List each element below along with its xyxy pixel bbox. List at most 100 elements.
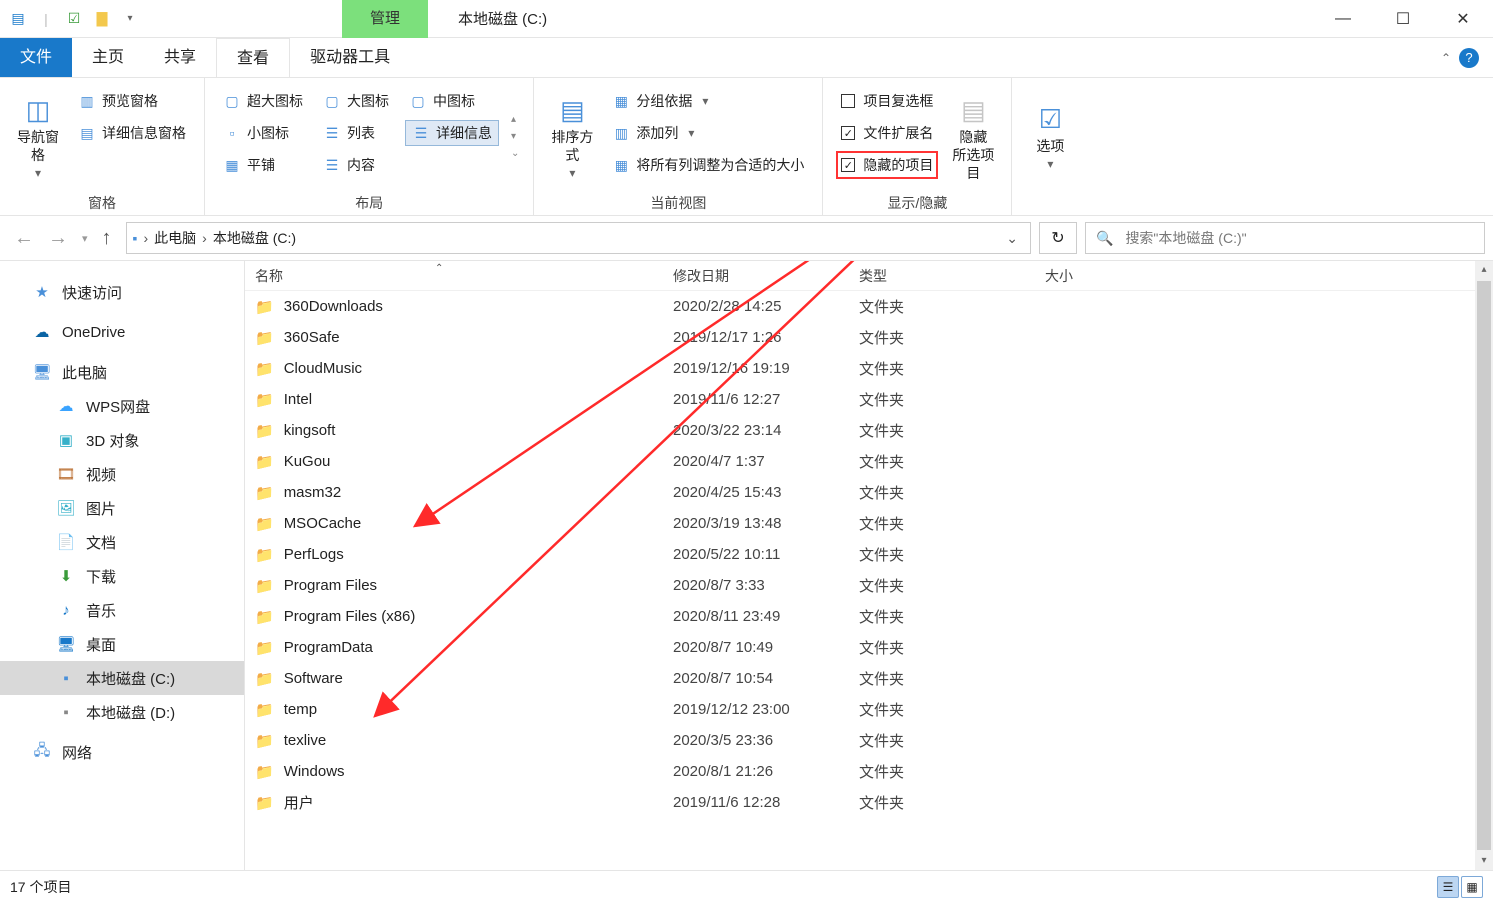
tab-view[interactable]: 查看 [216, 38, 290, 77]
layout-scroll-up-icon[interactable]: ▴ [511, 114, 519, 125]
tab-share[interactable]: 共享 [144, 38, 216, 77]
group-by-button[interactable]: ▦分组依据▾ [608, 88, 808, 114]
nav-drive-c[interactable]: ▪本地磁盘 (C:) [0, 661, 244, 695]
vertical-scrollbar[interactable]: ▴ ▾ [1475, 261, 1493, 870]
view-details-button[interactable]: ☰ [1437, 876, 1459, 898]
file-row[interactable]: 📁用户2019/11/6 12:28文件夹 [245, 787, 1493, 818]
address-bar[interactable]: ▪ › 此电脑 › 本地磁盘 (C:) ⌄ [126, 222, 1031, 254]
scroll-down-icon[interactable]: ▾ [1481, 852, 1486, 870]
file-row[interactable]: 📁CloudMusic2019/12/16 19:19文件夹 [245, 353, 1493, 384]
options-icon: ☑ [1039, 101, 1062, 137]
nav-wps[interactable]: ☁WPS网盘 [0, 389, 244, 423]
nav-onedrive[interactable]: ☁OneDrive [0, 315, 244, 349]
file-row[interactable]: 📁masm322020/4/25 15:43文件夹 [245, 477, 1493, 508]
hide-label2: 所选项目 [947, 146, 999, 182]
file-row[interactable]: 📁Program Files (x86)2020/8/11 23:49文件夹 [245, 601, 1493, 632]
qat-properties-icon[interactable]: ☑ [62, 7, 86, 31]
tab-drive-tools[interactable]: 驱动器工具 [290, 38, 410, 77]
files-list[interactable]: 📁360Downloads2020/2/28 14:25文件夹📁360Safe2… [245, 291, 1493, 818]
scroll-thumb[interactable] [1477, 281, 1491, 850]
layout-m-icons[interactable]: ▢中图标 [405, 88, 499, 114]
layout-details[interactable]: ☰详细信息 [405, 120, 499, 146]
file-row[interactable]: 📁Software2020/8/7 10:54文件夹 [245, 663, 1493, 694]
file-row[interactable]: 📁texlive2020/3/5 23:36文件夹 [245, 725, 1493, 756]
hide-selected-button[interactable]: ▤ 隐藏 所选项目 [943, 82, 1003, 191]
collapse-ribbon-icon[interactable]: ⌃ [1441, 51, 1451, 65]
file-row[interactable]: 📁Windows2020/8/1 21:26文件夹 [245, 756, 1493, 787]
nav-network[interactable]: 🖧网络 [0, 735, 244, 769]
navigation-pane[interactable]: ★快速访问 ☁OneDrive 🖥此电脑 ☁WPS网盘 ▣3D 对象 🎞视频 🖼… [0, 261, 245, 870]
folder-icon: 📁 [255, 298, 274, 316]
nav-drive-d[interactable]: ▪本地磁盘 (D:) [0, 695, 244, 729]
breadcrumb-drive[interactable]: 本地磁盘 (C:) [213, 228, 296, 248]
file-row[interactable]: 📁Intel2019/11/6 12:27文件夹 [245, 384, 1493, 415]
qat-dropdown-icon[interactable]: ▾ [118, 7, 142, 31]
forward-button[interactable]: → [48, 227, 68, 250]
nav-3d[interactable]: ▣3D 对象 [0, 423, 244, 457]
layout-tiles[interactable]: ▦平铺 [219, 152, 307, 178]
nav-videos[interactable]: 🎞视频 [0, 457, 244, 491]
address-dropdown-icon[interactable]: ⌄ [1000, 230, 1024, 247]
layout-more-icon[interactable]: ⌄ [511, 148, 519, 159]
search-box[interactable]: 🔍 搜索"本地磁盘 (C:)" [1085, 222, 1485, 254]
layout-scroll-down-icon[interactable]: ▾ [511, 131, 519, 142]
preview-pane-button[interactable]: ▥预览窗格 [74, 88, 190, 114]
folder-icon: 📁 [255, 639, 274, 657]
tab-file[interactable]: 文件 [0, 38, 72, 77]
refresh-button[interactable]: ↻ [1039, 222, 1077, 254]
file-row[interactable]: 📁KuGou2020/4/7 1:37文件夹 [245, 446, 1493, 477]
file-row[interactable]: 📁Program Files2020/8/7 3:33文件夹 [245, 570, 1493, 601]
recent-dropdown-icon[interactable]: ▾ [82, 232, 88, 245]
view-icons-button[interactable]: ▦ [1461, 876, 1483, 898]
file-row[interactable]: 📁360Downloads2020/2/28 14:25文件夹 [245, 291, 1493, 322]
file-row[interactable]: 📁MSOCache2020/3/19 13:48文件夹 [245, 508, 1493, 539]
music-icon: ♪ [56, 602, 76, 619]
nav-this-pc[interactable]: 🖥此电脑 [0, 355, 244, 389]
file-ext-toggle[interactable]: 文件扩展名 [837, 120, 937, 146]
file-type: 文件夹 [837, 792, 1023, 813]
file-row[interactable]: 📁kingsoft2020/3/22 23:14文件夹 [245, 415, 1493, 446]
breadcrumb-this-pc[interactable]: 此电脑 [154, 228, 196, 248]
size-all-columns-button[interactable]: ▦将所有列调整为合适的大小 [608, 152, 808, 178]
file-row[interactable]: 📁ProgramData2020/8/7 10:49文件夹 [245, 632, 1493, 663]
col-date[interactable]: 修改日期 [651, 266, 837, 286]
col-type[interactable]: 类型 [837, 266, 1023, 286]
back-button[interactable]: ← [14, 227, 34, 250]
nav-downloads[interactable]: ⬇下载 [0, 559, 244, 593]
sort-by-button[interactable]: ▤ 排序方式 ▾ [542, 82, 602, 191]
file-name: Windows [284, 763, 345, 780]
nav-quick-access[interactable]: ★快速访问 [0, 275, 244, 309]
close-button[interactable]: ✕ [1433, 0, 1493, 38]
details-pane-button[interactable]: ▤详细信息窗格 [74, 120, 190, 146]
folder-icon: 📁 [255, 453, 274, 471]
layout-s-icons[interactable]: ▫小图标 [219, 120, 307, 146]
help-icon[interactable]: ? [1459, 48, 1479, 68]
nav-music[interactable]: ♪音乐 [0, 593, 244, 627]
layout-l-icons[interactable]: ▢大图标 [319, 88, 393, 114]
maximize-button[interactable]: ☐ [1373, 0, 1433, 38]
minimize-button[interactable]: — [1313, 0, 1373, 38]
file-row[interactable]: 📁360Safe2019/12/17 1:26文件夹 [245, 322, 1493, 353]
file-row[interactable]: 📁temp2019/12/12 23:00文件夹 [245, 694, 1493, 725]
layout-list[interactable]: ☰列表 [319, 120, 393, 146]
layout-xl-icons[interactable]: ▢超大图标 [219, 88, 307, 114]
item-checkboxes-toggle[interactable]: 项目复选框 [837, 88, 937, 114]
nav-desktop[interactable]: 🖥桌面 [0, 627, 244, 661]
scroll-up-icon[interactable]: ▴ [1481, 261, 1486, 279]
file-date: 2020/5/22 10:11 [651, 546, 837, 563]
ribbon-help: ⌃ ? [1441, 38, 1493, 77]
nav-documents[interactable]: 📄文档 [0, 525, 244, 559]
nav-pictures[interactable]: 🖼图片 [0, 491, 244, 525]
file-row[interactable]: 📁PerfLogs2020/5/22 10:11文件夹 [245, 539, 1493, 570]
up-button[interactable]: ↑ [102, 227, 112, 250]
layout-content[interactable]: ☰内容 [319, 152, 393, 178]
nav-pane-button[interactable]: ◫ 导航窗格 ▾ [8, 82, 68, 191]
col-size[interactable]: 大小 [1023, 266, 1163, 286]
col-name[interactable]: 名称⌃ [245, 266, 651, 286]
contextual-tab-manage[interactable]: 管理 [342, 0, 428, 38]
hidden-items-toggle[interactable]: 隐藏的项目 [837, 152, 937, 178]
options-button[interactable]: ☑ 选项 ▾ [1020, 82, 1080, 191]
qat-newfolder-icon[interactable]: ▇ [90, 7, 114, 31]
add-columns-button[interactable]: ▥添加列▾ [608, 120, 808, 146]
tab-home[interactable]: 主页 [72, 38, 144, 77]
